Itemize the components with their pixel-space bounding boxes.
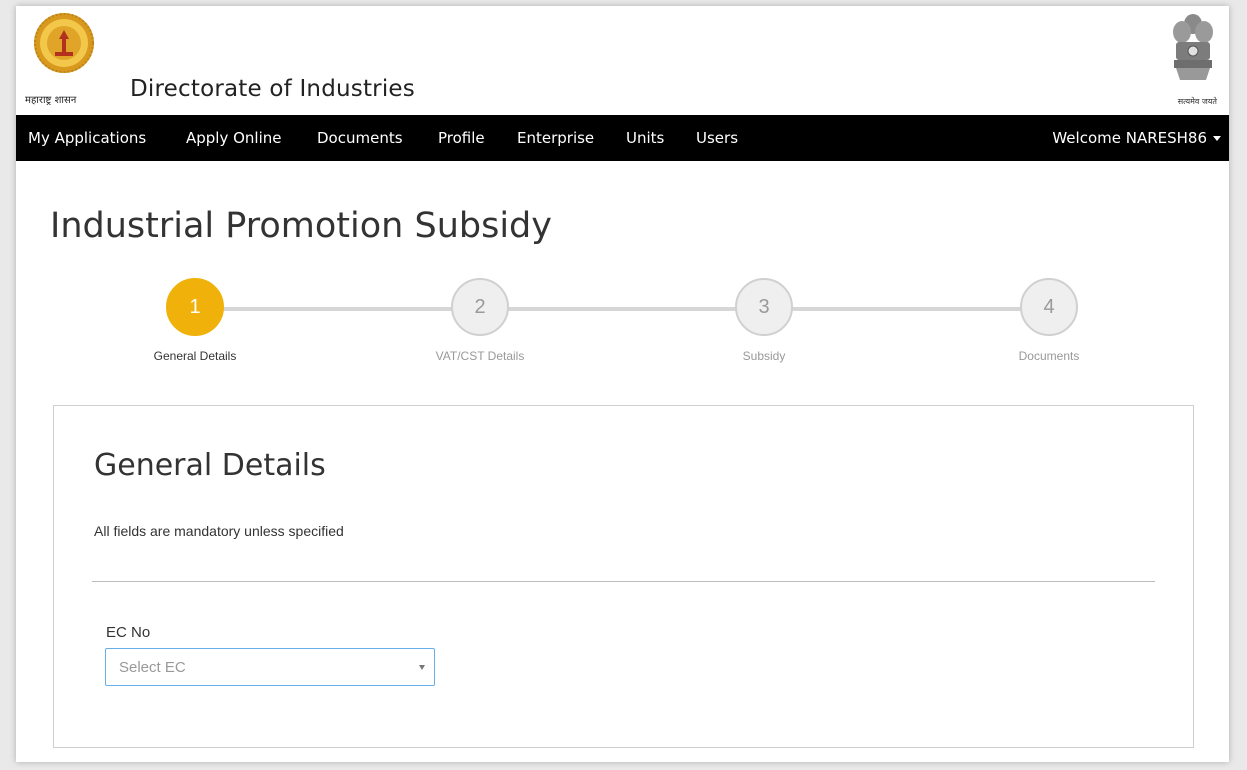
step-3-label: Subsidy bbox=[742, 349, 786, 363]
step-4-circle[interactable]: 4 bbox=[1020, 278, 1078, 336]
nav-apply-online[interactable]: Apply Online bbox=[186, 115, 282, 161]
ashoka-emblem-icon bbox=[1173, 14, 1213, 80]
app-window: महाराष्ट्र शासन Directorate of Industrie… bbox=[16, 6, 1229, 762]
chevron-down-icon bbox=[419, 665, 425, 670]
step-2-circle[interactable]: 2 bbox=[451, 278, 509, 336]
maharashtra-seal-icon bbox=[34, 13, 94, 73]
nav-units[interactable]: Units bbox=[626, 115, 664, 161]
ec-select-placeholder: Select EC bbox=[119, 659, 186, 676]
stepper-track bbox=[196, 307, 1061, 311]
nav-my-applications[interactable]: My Applications bbox=[28, 115, 146, 161]
page-title: Industrial Promotion Subsidy bbox=[50, 206, 552, 246]
step-1-label: General Details bbox=[153, 349, 237, 363]
user-menu[interactable]: Welcome NARESH86 bbox=[1052, 115, 1221, 161]
site-title[interactable]: Directorate of Industries bbox=[130, 76, 415, 102]
general-details-card: General Details All fields are mandatory… bbox=[53, 405, 1194, 748]
mandatory-note: All fields are mandatory unless specifie… bbox=[94, 523, 344, 539]
step-4-label: Documents bbox=[1018, 349, 1080, 363]
step-1-circle[interactable]: 1 bbox=[166, 278, 224, 336]
section-title: General Details bbox=[94, 448, 326, 483]
step-2-label: VAT/CST Details bbox=[435, 349, 525, 363]
section-divider bbox=[92, 581, 1155, 582]
ec-no-select[interactable]: Select EC bbox=[105, 648, 435, 686]
logo-caption: महाराष्ट्र शासन bbox=[25, 95, 77, 106]
step-3-circle[interactable]: 3 bbox=[735, 278, 793, 336]
nav-documents[interactable]: Documents bbox=[317, 115, 403, 161]
site-header: महाराष्ट्र शासन Directorate of Industrie… bbox=[16, 6, 1229, 115]
nav-profile[interactable]: Profile bbox=[438, 115, 485, 161]
caret-down-icon bbox=[1213, 136, 1221, 141]
main-navbar: My Applications Apply Online Documents P… bbox=[16, 115, 1229, 161]
nav-enterprise[interactable]: Enterprise bbox=[517, 115, 594, 161]
ec-no-label: EC No bbox=[106, 624, 151, 641]
emblem-caption: सत्यमेव जयते bbox=[1177, 97, 1217, 106]
nav-users[interactable]: Users bbox=[696, 115, 738, 161]
welcome-text: Welcome NARESH86 bbox=[1052, 129, 1207, 147]
